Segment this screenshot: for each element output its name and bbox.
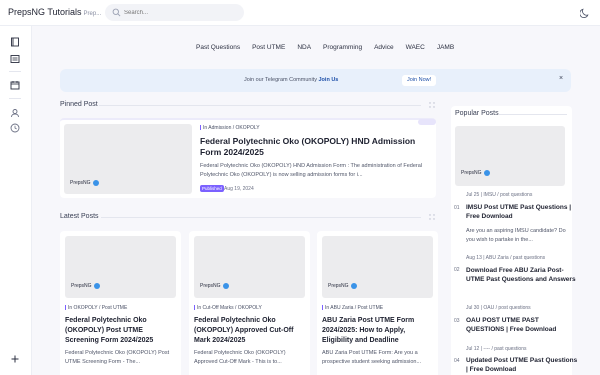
banner-text: Join our Telegram Community Join Us bbox=[244, 77, 338, 83]
verified-icon bbox=[222, 283, 229, 289]
author-name: PrepsNG bbox=[200, 283, 221, 289]
post-title[interactable]: ABU Zaria Post UTME Form 2024/2025: How … bbox=[322, 316, 434, 346]
category-bar bbox=[194, 305, 195, 310]
post-category[interactable]: In OKOPOLY / Post UTME bbox=[65, 305, 127, 311]
popular-post-title[interactable]: IMSU Post UTME Past Questions | Free Dow… bbox=[466, 203, 578, 221]
post-excerpt: Federal Polytechnic Oko (OKOPOLY) Post U… bbox=[65, 350, 170, 365]
post-title[interactable]: Federal Polytechnic Oko (OKOPOLY) HND Ad… bbox=[200, 136, 430, 158]
featured-thumbnail[interactable] bbox=[455, 126, 565, 186]
popular-rank: 03 bbox=[454, 318, 460, 324]
post-card[interactable]: PrepsNG In ABU Zaria / Post UTME ABU Zar… bbox=[317, 231, 438, 375]
grid-dots-icon bbox=[429, 214, 435, 220]
moon-icon[interactable] bbox=[580, 7, 591, 18]
post-excerpt: Federal Polytechnic Oko (OKOPOLY) HND Ad… bbox=[200, 163, 423, 178]
post-category-text: In OKOPOLY / Post UTME bbox=[68, 305, 128, 311]
category-bar bbox=[322, 305, 323, 310]
author-name: PrepsNG bbox=[71, 283, 92, 289]
post-category-text: In ABU Zaria / Post UTME bbox=[325, 305, 384, 311]
banner-join-link[interactable]: Join Us bbox=[319, 77, 339, 83]
news-icon[interactable] bbox=[10, 54, 20, 64]
category-bar bbox=[200, 125, 201, 130]
author-badge: PrepsNG bbox=[328, 283, 357, 289]
left-rail bbox=[0, 26, 32, 375]
post-title[interactable]: Federal Polytechnic Oko (OKOPOLY) Approv… bbox=[194, 316, 306, 346]
rail-divider bbox=[9, 71, 21, 72]
menu-item-jamb[interactable]: JAMB bbox=[431, 44, 460, 51]
popular-meta: Aug 13 | ABU Zaria / past questions bbox=[466, 255, 546, 261]
post-excerpt: Federal Polytechnic Oko (OKOPOLY) Approv… bbox=[194, 350, 286, 365]
section-divider bbox=[101, 217, 421, 218]
verified-icon bbox=[483, 170, 490, 176]
plus-icon[interactable] bbox=[10, 354, 20, 364]
popular-meta: Jul 12 | ---- / past questions bbox=[466, 346, 527, 352]
brand-name: PrepsNG Tutorials bbox=[8, 7, 82, 17]
author-name: PrepsNG bbox=[70, 180, 91, 186]
pinned-section-title: Pinned Post bbox=[60, 101, 98, 108]
brand-link[interactable]: PrepsNG Tutorials Prep... bbox=[8, 7, 101, 17]
book-icon[interactable] bbox=[10, 37, 20, 47]
top-bar: PrepsNG Tutorials Prep... bbox=[0, 0, 600, 26]
popular-post-title[interactable]: OAU POST UTME PAST QUESTIONS | Free Down… bbox=[466, 316, 578, 334]
main-menu: Past Questions Post UTME NDA Programming… bbox=[190, 44, 460, 51]
popular-rank: 01 bbox=[454, 205, 460, 211]
pinned-post-card[interactable]: PrepsNG In Admission / OKOPOLY Federal P… bbox=[60, 118, 436, 198]
popular-posts-panel: Popular Posts PrepsNG Jul 25 | IMSU / po… bbox=[451, 106, 577, 375]
menu-item-past-questions[interactable]: Past Questions bbox=[190, 44, 246, 51]
post-category[interactable]: In Cut-Off Marks / OKOPOLY bbox=[194, 305, 262, 311]
popular-section-title: Popular Posts bbox=[455, 110, 499, 117]
popular-rank: 04 bbox=[454, 358, 460, 364]
post-date: Aug 19, 2024 bbox=[224, 186, 254, 192]
close-icon[interactable]: × bbox=[559, 75, 563, 82]
post-category[interactable]: In Admission / OKOPOLY bbox=[200, 125, 260, 131]
author-badge: PrepsNG bbox=[70, 180, 99, 186]
post-card[interactable]: PrepsNG In Cut-Off Marks / OKOPOLY Feder… bbox=[189, 231, 310, 375]
menu-item-nda[interactable]: NDA bbox=[291, 44, 317, 51]
post-card[interactable]: PrepsNG In OKOPOLY / Post UTME Federal P… bbox=[60, 231, 181, 375]
category-bar bbox=[65, 305, 66, 310]
rail-divider bbox=[9, 98, 21, 99]
search-input[interactable] bbox=[124, 6, 239, 19]
search-icon bbox=[112, 8, 121, 17]
author-name: PrepsNG bbox=[328, 283, 349, 289]
latest-section-title: Latest Posts bbox=[60, 213, 99, 220]
menu-item-advice[interactable]: Advice bbox=[368, 44, 400, 51]
users-icon[interactable] bbox=[10, 108, 20, 118]
calendar-icon[interactable] bbox=[10, 80, 20, 90]
post-category-text: In Admission / OKOPOLY bbox=[203, 125, 260, 131]
post-excerpt: ABU Zaria Post UTME Form: Are you a pros… bbox=[322, 350, 422, 365]
card-accent bbox=[418, 119, 436, 125]
popular-meta: Jul 30 | OAU / post questions bbox=[466, 305, 531, 311]
menu-item-programming[interactable]: Programming bbox=[317, 44, 368, 51]
verified-icon bbox=[350, 283, 357, 289]
join-now-button[interactable]: Join Now! bbox=[402, 75, 437, 86]
search-box[interactable] bbox=[105, 4, 244, 21]
section-divider bbox=[99, 105, 421, 106]
author-badge: PrepsNG bbox=[71, 283, 100, 289]
section-divider bbox=[499, 114, 567, 115]
status-badge: Published bbox=[200, 185, 224, 192]
menu-item-post-utme[interactable]: Post UTME bbox=[246, 44, 291, 51]
post-category-text: In Cut-Off Marks / OKOPOLY bbox=[197, 305, 262, 311]
author-badge: PrepsNG bbox=[461, 170, 490, 176]
brand-suffix: Prep... bbox=[83, 11, 102, 17]
verified-icon bbox=[92, 180, 99, 186]
post-category[interactable]: In ABU Zaria / Post UTME bbox=[322, 305, 383, 311]
menu-item-waec[interactable]: WAEC bbox=[400, 44, 431, 51]
telegram-banner: Join our Telegram Community Join Us Join… bbox=[60, 69, 571, 92]
popular-post-title[interactable]: Download Free ABU Zaria Post-UTME Past Q… bbox=[466, 266, 578, 284]
post-title[interactable]: Federal Polytechnic Oko (OKOPOLY) Post U… bbox=[65, 316, 177, 346]
clock-icon[interactable] bbox=[10, 123, 20, 133]
popular-post-title[interactable]: Updated Post UTME Past Questions | Free … bbox=[466, 356, 578, 374]
grid-dots-icon bbox=[429, 102, 435, 108]
author-badge: PrepsNG bbox=[200, 283, 229, 289]
popular-meta: Jul 25 | IMSU / post questions bbox=[466, 192, 533, 198]
verified-icon bbox=[93, 283, 100, 289]
banner-message: Join our Telegram Community bbox=[244, 77, 317, 83]
popular-post-excerpt: Are you an aspiring IMSU candidate? Do y… bbox=[466, 228, 566, 243]
popular-rank: 02 bbox=[454, 267, 460, 273]
author-name: PrepsNG bbox=[461, 170, 482, 176]
